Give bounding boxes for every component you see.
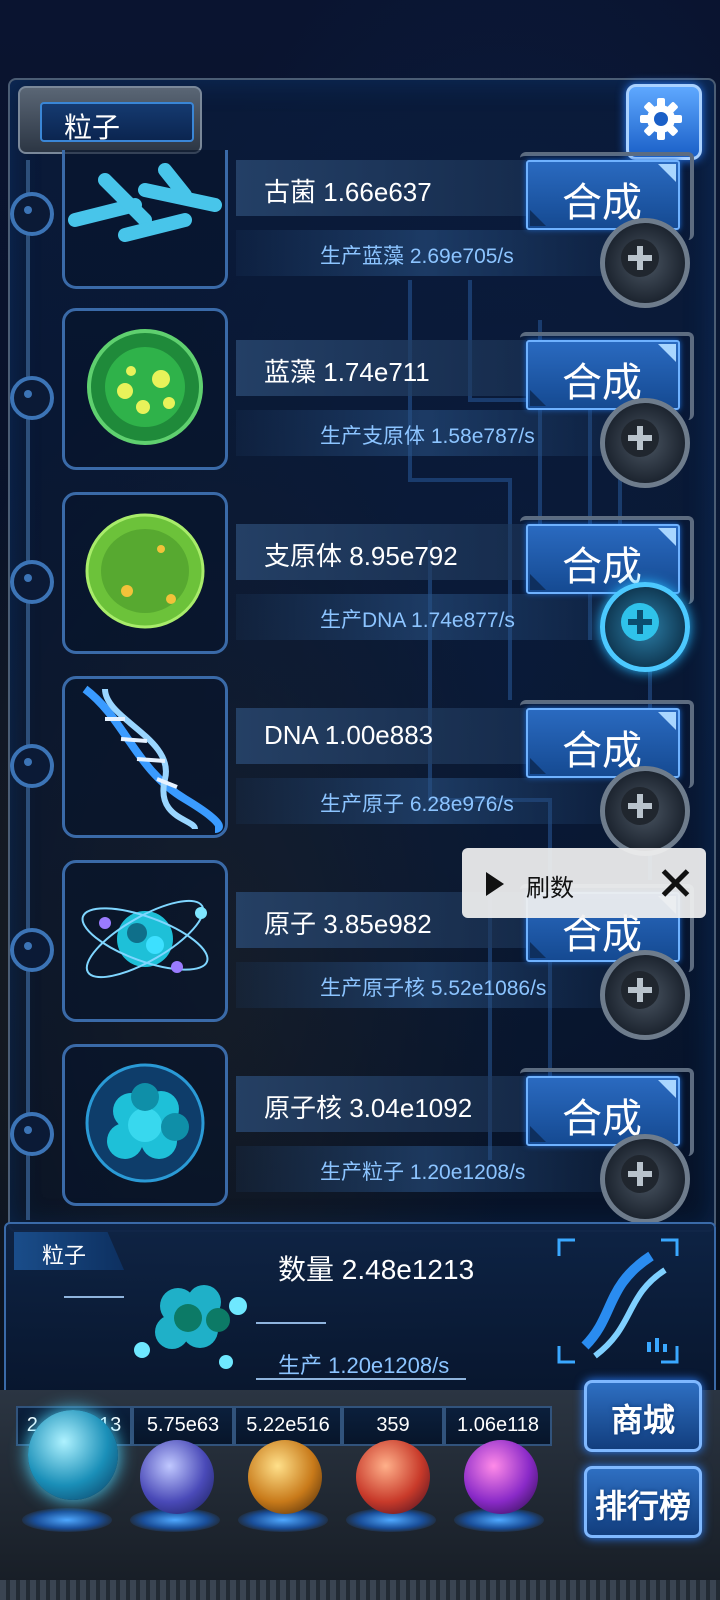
- item-amount: 3.85e982: [323, 909, 432, 939]
- upgrade-button[interactable]: [600, 398, 690, 488]
- settings-button[interactable]: [626, 84, 702, 160]
- shop-button-label: 商城: [610, 1402, 675, 1438]
- plus-icon: [621, 239, 659, 277]
- dna-thumbnail: [62, 676, 228, 838]
- item-name: 原子: [264, 909, 317, 939]
- particle-cluster-icon: [134, 1285, 247, 1369]
- item-name-bar: 原子核 3.04e1092: [236, 1076, 526, 1132]
- production-bar: 生产支原体 1.58e787/s: [236, 410, 616, 456]
- production-rate: 生产粒子 1.20e1208/s: [320, 1161, 526, 1184]
- item-name: 原子核: [264, 1093, 343, 1123]
- production-bar: 生产粒子 1.20e1208/s: [236, 1146, 616, 1192]
- lightning-orb-tab[interactable]: [140, 1440, 214, 1514]
- brain-orb-tab[interactable]: [356, 1440, 430, 1514]
- atom-thumbnail: [62, 860, 228, 1022]
- atom-icon: [81, 899, 209, 979]
- plus-icon: [621, 419, 659, 457]
- item-name: DNA: [264, 720, 318, 750]
- production-rate: 生产原子核 5.52e1086/s: [320, 977, 547, 1000]
- leaderboard-button[interactable]: 排行榜: [584, 1466, 702, 1538]
- plus-icon: [621, 787, 659, 825]
- item-name: 蓝藻: [264, 357, 317, 387]
- play-icon[interactable]: [486, 872, 504, 896]
- upgrade-button[interactable]: [600, 1134, 690, 1224]
- production-bar: 生产原子核 5.52e1086/s: [236, 962, 616, 1008]
- dna-emblem-icon: [557, 1238, 679, 1364]
- particle-orb-tab[interactable]: [28, 1410, 118, 1500]
- shop-button[interactable]: 商城: [584, 1380, 702, 1452]
- gear-icon: [640, 98, 682, 140]
- item-name-bar: 蓝藻 1.74e711: [236, 340, 526, 396]
- galaxy-orb-tab[interactable]: [248, 1440, 322, 1514]
- production-rate: 生产原子 6.28e976/s: [320, 793, 514, 816]
- leaderboard-button-label: 排行榜: [594, 1488, 691, 1524]
- connector-line: [64, 1296, 124, 1298]
- header-title-panel: 粒子: [18, 86, 202, 154]
- production-bar: 生产原子 6.28e976/s: [236, 778, 616, 824]
- resource-value: 5.22e516: [246, 1414, 330, 1436]
- close-icon[interactable]: [658, 866, 692, 900]
- summary-tag: 粒子: [14, 1232, 124, 1270]
- production-rate: 生产蓝藻 2.69e705/s: [320, 245, 514, 268]
- item-amount: 1.00e883: [324, 720, 434, 750]
- cyanobacteria-thumbnail: [62, 308, 228, 470]
- summary-tag-label: 粒子: [42, 1243, 87, 1268]
- upgrade-button[interactable]: [600, 218, 690, 308]
- popup-label: 刷数: [526, 875, 574, 902]
- bacteria-icon: [68, 163, 222, 242]
- dna-icon: [82, 685, 223, 833]
- resource-value: 1.06e118: [457, 1414, 539, 1436]
- cell-green-icon: [87, 329, 203, 445]
- production-rate: 生产支原体 1.58e787/s: [320, 425, 535, 448]
- upgrade-button[interactable]: [600, 766, 690, 856]
- resource-value: 359: [376, 1414, 410, 1436]
- item-amount: 1.66e637: [323, 177, 432, 207]
- connector-line: [256, 1322, 326, 1324]
- item-name-bar: 支原体 8.95e792: [236, 524, 526, 580]
- upgrade-button[interactable]: [600, 582, 690, 672]
- item-name-bar: 古菌 1.66e637: [236, 160, 526, 216]
- nucleus-thumbnail: [62, 1044, 228, 1206]
- item-amount: 8.95e792: [349, 541, 458, 571]
- pedestal: [22, 1508, 112, 1532]
- nucleus-icon: [85, 1063, 205, 1183]
- summary-quantity: 数量 2.48e1213: [278, 1254, 475, 1285]
- item-name-bar: DNA 1.00e883: [236, 708, 526, 764]
- plus-icon: [621, 603, 659, 641]
- plus-icon: [621, 1155, 659, 1193]
- production-bar: 生产蓝藻 2.69e705/s: [236, 230, 616, 276]
- resource-value: 5.75e63: [146, 1414, 220, 1436]
- cell-mycoplasma-icon: [85, 513, 205, 629]
- production-bar: 生产DNA 1.74e877/s: [236, 594, 616, 640]
- mycoplasma-thumbnail: [62, 492, 228, 654]
- item-name: 支原体: [264, 541, 343, 571]
- bottom-strip: [0, 1580, 720, 1600]
- production-rate: 生产DNA 1.74e877/s: [320, 609, 515, 632]
- archaea-thumbnail: [62, 150, 228, 289]
- summary-production: 生产 1.20e1208/s: [278, 1353, 450, 1378]
- auto-count-popup[interactable]: 刷数: [462, 848, 706, 918]
- item-name: 古菌: [264, 177, 317, 207]
- item-amount: 3.04e1092: [349, 1093, 473, 1123]
- upgrade-button[interactable]: [600, 950, 690, 1040]
- page-title: 粒子: [64, 112, 121, 143]
- item-amount: 1.74e711: [323, 357, 430, 387]
- plus-icon: [621, 971, 659, 1009]
- portal-orb-tab[interactable]: [464, 1440, 538, 1514]
